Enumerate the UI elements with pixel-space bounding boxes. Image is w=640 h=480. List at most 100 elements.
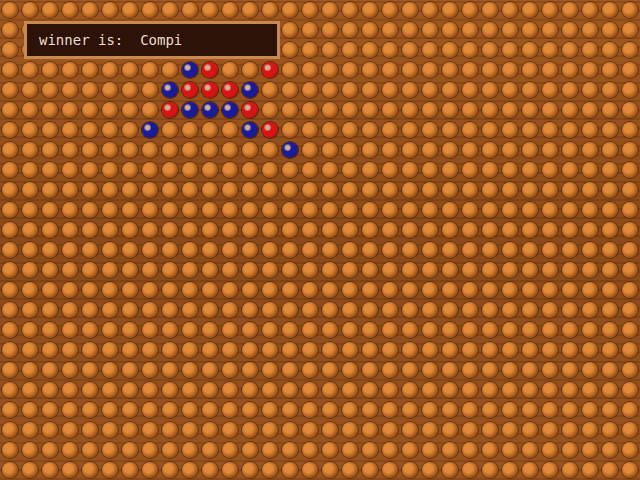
- board-hole[interactable]: [180, 100, 200, 120]
- board-hole[interactable]: [560, 340, 580, 360]
- board-hole[interactable]: [80, 280, 100, 300]
- board-hole[interactable]: [440, 460, 460, 480]
- board-hole[interactable]: [140, 460, 160, 480]
- board-hole[interactable]: [0, 180, 20, 200]
- board-hole[interactable]: [40, 0, 60, 20]
- board-hole[interactable]: [300, 440, 320, 460]
- board-hole[interactable]: [460, 200, 480, 220]
- board-hole[interactable]: [160, 80, 180, 100]
- peg[interactable]: [242, 122, 258, 138]
- board-hole[interactable]: [240, 180, 260, 200]
- board-hole[interactable]: [260, 60, 280, 80]
- board-hole[interactable]: [240, 260, 260, 280]
- board-hole[interactable]: [220, 160, 240, 180]
- board-hole[interactable]: [340, 380, 360, 400]
- board-hole[interactable]: [120, 440, 140, 460]
- board-hole[interactable]: [420, 40, 440, 60]
- board-hole[interactable]: [500, 460, 520, 480]
- board-hole[interactable]: [160, 120, 180, 140]
- board-hole[interactable]: [620, 400, 640, 420]
- board-hole[interactable]: [240, 420, 260, 440]
- board-hole[interactable]: [340, 160, 360, 180]
- board-hole[interactable]: [20, 240, 40, 260]
- board-hole[interactable]: [280, 440, 300, 460]
- board-hole[interactable]: [600, 200, 620, 220]
- board-hole[interactable]: [520, 420, 540, 440]
- board-hole[interactable]: [580, 460, 600, 480]
- board-hole[interactable]: [260, 240, 280, 260]
- board-hole[interactable]: [220, 460, 240, 480]
- board-hole[interactable]: [60, 80, 80, 100]
- board-hole[interactable]: [280, 180, 300, 200]
- board-hole[interactable]: [180, 120, 200, 140]
- board-hole[interactable]: [380, 420, 400, 440]
- board-hole[interactable]: [0, 60, 20, 80]
- board-hole[interactable]: [580, 200, 600, 220]
- board-hole[interactable]: [180, 200, 200, 220]
- board-hole[interactable]: [60, 400, 80, 420]
- board-hole[interactable]: [60, 420, 80, 440]
- board-hole[interactable]: [300, 320, 320, 340]
- board-hole[interactable]: [380, 440, 400, 460]
- board-hole[interactable]: [100, 280, 120, 300]
- board-hole[interactable]: [400, 340, 420, 360]
- board-hole[interactable]: [440, 220, 460, 240]
- board-hole[interactable]: [460, 180, 480, 200]
- board-hole[interactable]: [260, 300, 280, 320]
- board-hole[interactable]: [520, 360, 540, 380]
- board-hole[interactable]: [20, 440, 40, 460]
- board-hole[interactable]: [600, 40, 620, 60]
- board-hole[interactable]: [580, 140, 600, 160]
- board-hole[interactable]: [620, 0, 640, 20]
- board-hole[interactable]: [520, 380, 540, 400]
- board-hole[interactable]: [420, 360, 440, 380]
- board-hole[interactable]: [400, 80, 420, 100]
- board-hole[interactable]: [40, 320, 60, 340]
- board-hole[interactable]: [320, 0, 340, 20]
- board-hole[interactable]: [300, 240, 320, 260]
- board-hole[interactable]: [480, 300, 500, 320]
- board-hole[interactable]: [600, 460, 620, 480]
- board-hole[interactable]: [380, 180, 400, 200]
- board-hole[interactable]: [340, 400, 360, 420]
- board-hole[interactable]: [140, 60, 160, 80]
- peg[interactable]: [262, 62, 278, 78]
- board-hole[interactable]: [580, 260, 600, 280]
- board-hole[interactable]: [560, 60, 580, 80]
- board-hole[interactable]: [320, 460, 340, 480]
- board-hole[interactable]: [140, 360, 160, 380]
- board-hole[interactable]: [540, 360, 560, 380]
- peg[interactable]: [142, 122, 158, 138]
- board-hole[interactable]: [400, 260, 420, 280]
- board-hole[interactable]: [0, 400, 20, 420]
- board-hole[interactable]: [580, 0, 600, 20]
- board-hole[interactable]: [280, 320, 300, 340]
- board-hole[interactable]: [140, 440, 160, 460]
- board-hole[interactable]: [40, 360, 60, 380]
- board-hole[interactable]: [580, 60, 600, 80]
- board-hole[interactable]: [480, 40, 500, 60]
- board-hole[interactable]: [520, 60, 540, 80]
- board-hole[interactable]: [340, 0, 360, 20]
- board-hole[interactable]: [0, 20, 20, 40]
- board-hole[interactable]: [340, 460, 360, 480]
- board-hole[interactable]: [440, 80, 460, 100]
- board-hole[interactable]: [380, 20, 400, 40]
- board-hole[interactable]: [440, 240, 460, 260]
- board-hole[interactable]: [560, 140, 580, 160]
- board-hole[interactable]: [60, 160, 80, 180]
- board-hole[interactable]: [520, 80, 540, 100]
- board-hole[interactable]: [520, 460, 540, 480]
- board-hole[interactable]: [320, 260, 340, 280]
- board-hole[interactable]: [300, 120, 320, 140]
- board-hole[interactable]: [380, 60, 400, 80]
- board-hole[interactable]: [420, 280, 440, 300]
- board-hole[interactable]: [460, 140, 480, 160]
- board-hole[interactable]: [60, 100, 80, 120]
- board-hole[interactable]: [380, 120, 400, 140]
- board-hole[interactable]: [100, 340, 120, 360]
- board-hole[interactable]: [0, 80, 20, 100]
- peg[interactable]: [202, 62, 218, 78]
- board-hole[interactable]: [520, 340, 540, 360]
- board-hole[interactable]: [40, 160, 60, 180]
